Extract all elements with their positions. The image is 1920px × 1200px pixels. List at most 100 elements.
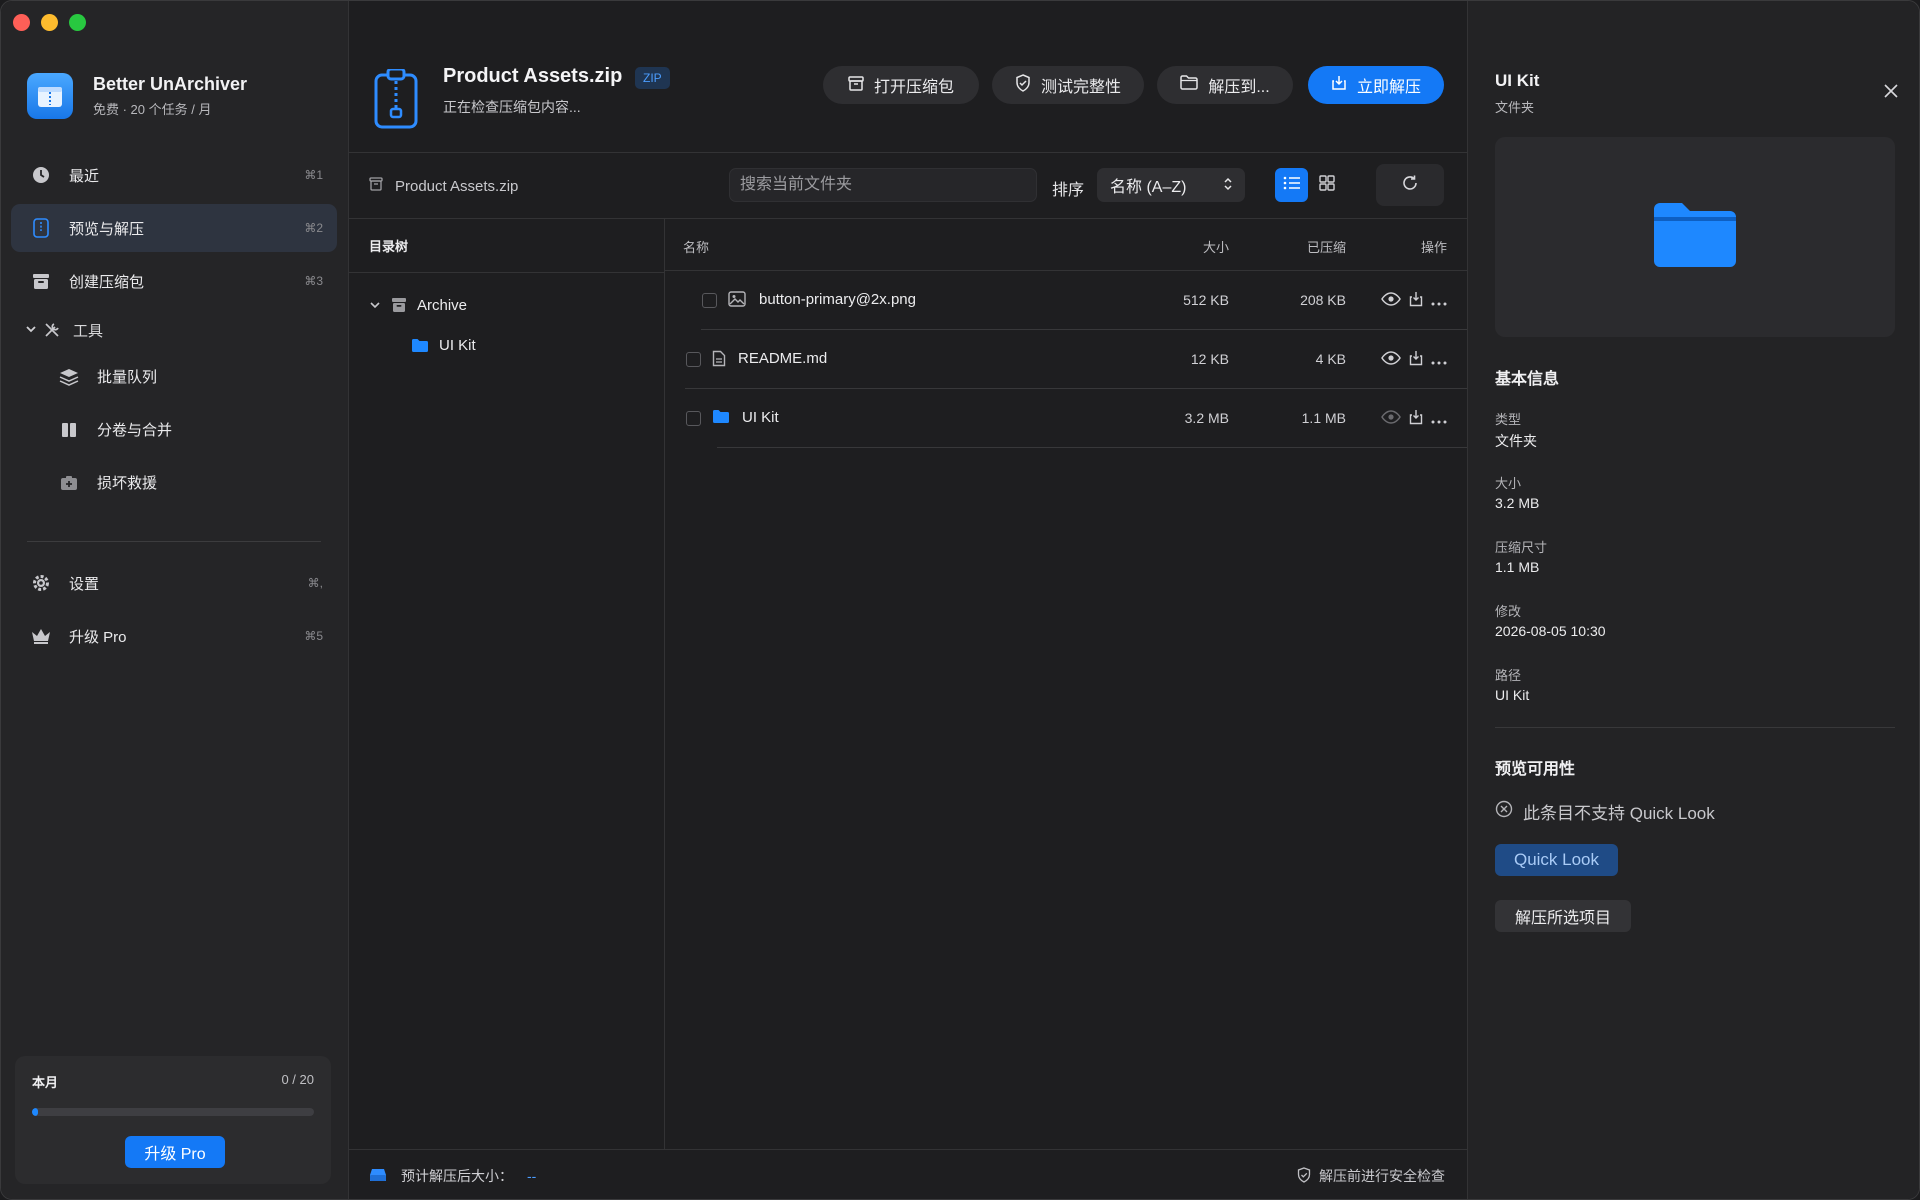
sidebar-item-label: 设置 — [69, 575, 100, 593]
field-label: 类型 — [1495, 412, 1522, 427]
extract-now-button[interactable]: 立即解压 — [1308, 66, 1444, 104]
sidebar-item-recent[interactable]: 最近 ⌘1 — [11, 151, 337, 199]
file-compressed-size: 1.1 MB — [1301, 410, 1346, 426]
layers-icon — [57, 365, 81, 389]
sort-label: 排序 — [1052, 182, 1085, 199]
grid-view-button[interactable] — [1310, 168, 1343, 202]
column-compressed[interactable]: 已压缩 — [1307, 237, 1346, 256]
row-actions — [1381, 291, 1447, 311]
table-row[interactable]: README.md 12 KB 4 KB — [665, 330, 1467, 389]
sidebar-group-label: 工具 — [73, 322, 104, 340]
estimated-size: 预计解压后大小： -- — [369, 1166, 536, 1186]
quicklook-button[interactable]: Quick Look — [1495, 844, 1618, 876]
sidebar-item-label: 升级 Pro — [69, 628, 127, 646]
file-name: UI Kit — [742, 409, 779, 426]
first-aid-icon — [57, 471, 81, 495]
shield-check-icon — [1297, 1166, 1311, 1186]
extract-download-icon — [1331, 75, 1347, 96]
status-bar: 预计解压后大小： -- 解压前进行安全检查 — [349, 1149, 1467, 1199]
file-name: README.md — [738, 350, 828, 367]
file-size: 3.2 MB — [1184, 410, 1229, 426]
eye-icon[interactable] — [1381, 351, 1401, 369]
estimated-size-value: -- — [527, 1168, 537, 1184]
extract-icon[interactable] — [1409, 350, 1423, 370]
list-view-button[interactable] — [1275, 168, 1308, 202]
upgrade-pro-button[interactable]: 升级 Pro — [125, 1136, 225, 1168]
sidebar-item-settings[interactable]: 设置 ⌘, — [11, 559, 337, 607]
format-badge: ZIP — [635, 67, 670, 89]
sidebar-item-preview-extract[interactable]: 预览与解压 ⌘2 — [11, 204, 337, 252]
more-icon[interactable] — [1431, 411, 1447, 428]
zip-archive-icon — [373, 67, 419, 134]
app-logo-icon — [27, 73, 73, 119]
view-mode-toggle — [1275, 168, 1345, 202]
open-archive-label: 打开压缩包 — [873, 79, 954, 96]
row-checkbox[interactable] — [686, 352, 701, 367]
inspector-divider — [1495, 727, 1895, 728]
table-row[interactable]: UI Kit 3.2 MB 1.1 MB — [665, 389, 1467, 448]
open-archive-button[interactable]: 打开压缩包 — [823, 66, 979, 104]
refresh-button[interactable] — [1376, 164, 1444, 206]
file-size: 512 KB — [1183, 292, 1229, 308]
breadcrumb[interactable]: Product Assets.zip — [369, 177, 518, 195]
usage-count: 0 / 20 — [281, 1072, 314, 1087]
sidebar-item-upgrade[interactable]: 升级 Pro ⌘5 — [11, 612, 337, 660]
more-icon[interactable] — [1431, 293, 1447, 310]
close-icon[interactable] — [1883, 83, 1899, 104]
archive-small-icon — [369, 177, 383, 195]
file-name: button-primary@2x.png — [759, 291, 916, 308]
eye-icon[interactable] — [1381, 292, 1401, 310]
extract-icon[interactable] — [1409, 409, 1423, 429]
tree-node-ui-kit[interactable]: UI Kit — [349, 325, 664, 365]
safety-check-label: 解压前进行安全检查 — [1319, 1168, 1445, 1184]
safety-check-toggle[interactable]: 解压前进行安全检查 — [1297, 1166, 1445, 1186]
close-window-button[interactable] — [13, 14, 30, 31]
extract-to-label: 解压到... — [1208, 79, 1270, 96]
row-checkbox[interactable] — [702, 293, 717, 308]
archive-box-icon — [29, 269, 53, 293]
tree-title: 目录树 — [349, 219, 664, 273]
usage-progress-fill — [32, 1108, 38, 1116]
extract-icon[interactable] — [1409, 291, 1423, 311]
sidebar-item-batch-queue[interactable]: 批量队列 — [11, 350, 337, 403]
sort-select[interactable]: 名称 (A–Z) — [1097, 168, 1245, 202]
zip-file-icon — [29, 216, 53, 240]
tree-node-archive[interactable]: Archive — [349, 285, 664, 325]
test-integrity-button[interactable]: 测试完整性 — [992, 66, 1144, 104]
drive-icon — [369, 1168, 387, 1185]
folder-icon — [712, 409, 730, 428]
extract-selected-button[interactable]: 解压所选项目 — [1495, 900, 1631, 932]
sidebar-bottom-nav: 设置 ⌘, 升级 Pro ⌘5 — [11, 559, 337, 665]
archive-header: Product Assets.zip ZIP 正在检查压缩包内容... 打开压缩… — [349, 1, 1467, 153]
sidebar-item-create-archive[interactable]: 创建压缩包 ⌘3 — [11, 257, 337, 305]
minimize-window-button[interactable] — [41, 14, 58, 31]
gear-icon — [29, 571, 53, 595]
row-checkbox[interactable] — [686, 411, 701, 426]
quicklook-unsupported-note: 此条目不支持 Quick Look — [1495, 799, 1715, 824]
table-row[interactable]: button-primary@2x.png 512 KB 208 KB — [665, 271, 1467, 330]
search-input[interactable] — [729, 168, 1037, 202]
sidebar-item-repair[interactable]: 损坏救援 — [11, 456, 337, 509]
app-plan: 免费 · 20 个任务 / 月 — [93, 102, 212, 117]
row-actions — [1381, 409, 1447, 429]
crown-icon — [29, 624, 53, 648]
column-name[interactable]: 名称 — [683, 237, 709, 256]
sidebar-item-label: 损坏救援 — [97, 475, 158, 492]
archive-box-icon — [391, 297, 407, 313]
more-icon[interactable] — [1431, 352, 1447, 369]
shortcut-hint: ⌘3 — [304, 274, 323, 288]
sidebar-item-split-merge[interactable]: 分卷与合并 — [11, 403, 337, 456]
sidebar-group-tools[interactable]: 工具 — [11, 310, 337, 350]
sidebar-item-label: 分卷与合并 — [97, 422, 173, 439]
extract-to-button[interactable]: 解压到... — [1157, 66, 1293, 104]
sidebar: Better UnArchiver 免费 · 20 个任务 / 月 最近 ⌘1 … — [1, 1, 349, 1199]
shortcut-hint: ⌘1 — [304, 168, 323, 182]
column-size[interactable]: 大小 — [1203, 237, 1229, 256]
breadcrumb-label: Product Assets.zip — [395, 177, 519, 195]
split-volume-icon — [57, 418, 81, 442]
zoom-window-button[interactable] — [69, 14, 86, 31]
field-value: UI Kit — [1495, 687, 1530, 703]
sidebar-item-label: 创建压缩包 — [69, 273, 145, 291]
file-compressed-size: 4 KB — [1315, 351, 1346, 367]
row-actions — [1381, 350, 1447, 370]
